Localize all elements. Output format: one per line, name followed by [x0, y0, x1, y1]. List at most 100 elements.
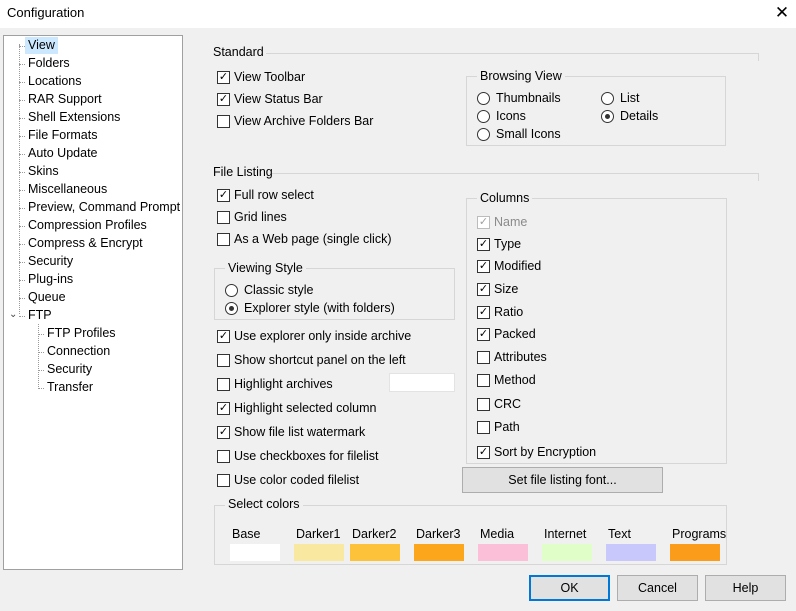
highlight-archives-color-field[interactable]	[389, 373, 455, 392]
checkbox-box[interactable]: ✓	[477, 328, 490, 341]
column-label: Sort by Encryption	[494, 445, 597, 459]
tree-item-compression-profiles[interactable]: Compression Profiles	[25, 217, 150, 234]
swatch-label-text: Text	[608, 527, 631, 541]
checkbox-box[interactable]	[217, 474, 230, 487]
file-listing-separator-end	[758, 173, 759, 181]
tree-item-miscellaneous[interactable]: Miscellaneous	[25, 181, 110, 198]
color-swatch-base[interactable]	[230, 544, 280, 561]
close-icon[interactable]: ✕	[770, 1, 794, 25]
tree-connector	[19, 100, 25, 101]
file-listing-separator	[272, 173, 759, 174]
swatch-label-darker1: Darker1	[296, 527, 341, 541]
checkbox-box: ✓	[477, 216, 490, 229]
radio-circle[interactable]	[601, 92, 614, 105]
tree-connector	[19, 136, 25, 137]
select-colors-heading: Select colors	[225, 497, 303, 511]
set-file-listing-font-button[interactable]: Set file listing font...	[462, 467, 663, 493]
web-page-label: As a Web page (single click)	[234, 232, 392, 246]
checkbox-box[interactable]: ✓	[477, 446, 490, 459]
color-swatch-internet[interactable]	[542, 544, 592, 561]
column-label: Packed	[494, 327, 536, 341]
radio-circle[interactable]	[477, 92, 490, 105]
checkbox-box[interactable]: ✓	[217, 93, 230, 106]
tree-connector	[19, 262, 25, 263]
tree-item-locations[interactable]: Locations	[25, 73, 85, 90]
tree-item-folders[interactable]: Folders	[25, 55, 73, 72]
tree-item-view[interactable]: View	[25, 37, 58, 54]
grid-lines-label: Grid lines	[234, 210, 287, 224]
radio-circle[interactable]	[225, 284, 238, 297]
tree-connector	[19, 44, 20, 314]
column-label: Name	[494, 215, 528, 229]
tree-item-queue[interactable]: Queue	[25, 289, 69, 306]
color-swatch-media[interactable]	[478, 544, 528, 561]
view-archive-folders-bar-label: View Archive Folders Bar	[234, 114, 374, 128]
chevron-down-icon[interactable]: ⌄	[9, 309, 17, 320]
checkbox-box[interactable]: ✓	[477, 306, 490, 319]
checkbox-box[interactable]: ✓	[217, 402, 230, 415]
checkbox-box[interactable]: ✓	[217, 189, 230, 202]
tree-connector	[38, 352, 44, 353]
color-swatch-programs[interactable]	[670, 544, 720, 561]
radio-circle[interactable]	[601, 110, 614, 123]
color-swatch-darker3[interactable]	[414, 544, 464, 561]
color-coded-label: Use color coded filelist	[234, 473, 360, 487]
tree-item-file-formats[interactable]: File Formats	[25, 127, 100, 144]
tree-item-ftp[interactable]: FTP	[25, 307, 55, 324]
full-row-select-label: Full row select	[234, 188, 314, 202]
checkbox-box[interactable]: ✓	[217, 330, 230, 343]
tree-item-security[interactable]: Security	[25, 253, 76, 270]
checkbox-box[interactable]	[217, 354, 230, 367]
use-checkboxes-label: Use checkboxes for filelist	[234, 449, 379, 463]
tree-item-preview-command-prompt[interactable]: Preview, Command Prompt	[25, 199, 183, 216]
tree-item-ftp-transfer[interactable]: Transfer	[44, 379, 96, 396]
tree-connector	[38, 334, 44, 335]
tree-item-ftp-ftp-profiles[interactable]: FTP Profiles	[44, 325, 119, 342]
tree-item-rar-support[interactable]: RAR Support	[25, 91, 105, 108]
color-swatch-text[interactable]	[606, 544, 656, 561]
checkbox-box[interactable]	[217, 115, 230, 128]
tree-item-ftp-connection[interactable]: Connection	[44, 343, 113, 360]
checkbox-box[interactable]	[217, 450, 230, 463]
cancel-button[interactable]: Cancel	[617, 575, 698, 601]
radio-circle[interactable]	[477, 110, 490, 123]
checkbox-box[interactable]: ✓	[477, 260, 490, 273]
column-label: Ratio	[494, 305, 524, 319]
help-button[interactable]: Help	[705, 575, 786, 601]
highlight-archives-label: Highlight archives	[234, 377, 333, 391]
checkbox-box[interactable]	[217, 233, 230, 246]
standard-separator	[266, 53, 759, 54]
tree-item-auto-update[interactable]: Auto Update	[25, 145, 101, 162]
swatch-label-darker2: Darker2	[352, 527, 397, 541]
color-swatch-darker1[interactable]	[294, 544, 344, 561]
checkbox-box[interactable]: ✓	[217, 71, 230, 84]
small-icons-label: Small Icons	[496, 127, 561, 141]
radio-circle[interactable]	[225, 302, 238, 315]
checkbox-box[interactable]	[477, 421, 490, 434]
radio-dot	[229, 306, 234, 311]
checkbox-box[interactable]: ✓	[217, 426, 230, 439]
view-toolbar-label: View Toolbar	[234, 70, 306, 84]
tree-connector	[38, 388, 44, 389]
category-tree[interactable]: ⌄ View Folders Locations RAR Support Shell E…	[3, 35, 183, 570]
checkbox-box[interactable]	[477, 398, 490, 411]
checkbox-box[interactable]: ✓	[477, 283, 490, 296]
tree-item-compress-encrypt[interactable]: Compress & Encrypt	[25, 235, 146, 252]
ok-button[interactable]: OK	[529, 575, 610, 601]
checkbox-box[interactable]	[217, 378, 230, 391]
checkbox-box[interactable]	[477, 351, 490, 364]
tree-connector	[19, 82, 25, 83]
radio-circle[interactable]	[477, 128, 490, 141]
checkbox-box[interactable]	[477, 374, 490, 387]
tree-connector	[19, 154, 25, 155]
show-watermark-label: Show file list watermark	[234, 425, 366, 439]
browsing-view-heading: Browsing View	[477, 69, 565, 83]
checkbox-box[interactable]	[217, 211, 230, 224]
show-shortcut-panel-label: Show shortcut panel on the left	[234, 353, 406, 367]
color-swatch-darker2[interactable]	[350, 544, 400, 561]
tree-item-ftp-security[interactable]: Security	[44, 361, 95, 378]
tree-item-plug-ins[interactable]: Plug-ins	[25, 271, 76, 288]
tree-item-skins[interactable]: Skins	[25, 163, 62, 180]
tree-item-shell-extensions[interactable]: Shell Extensions	[25, 109, 123, 126]
checkbox-box[interactable]: ✓	[477, 238, 490, 251]
